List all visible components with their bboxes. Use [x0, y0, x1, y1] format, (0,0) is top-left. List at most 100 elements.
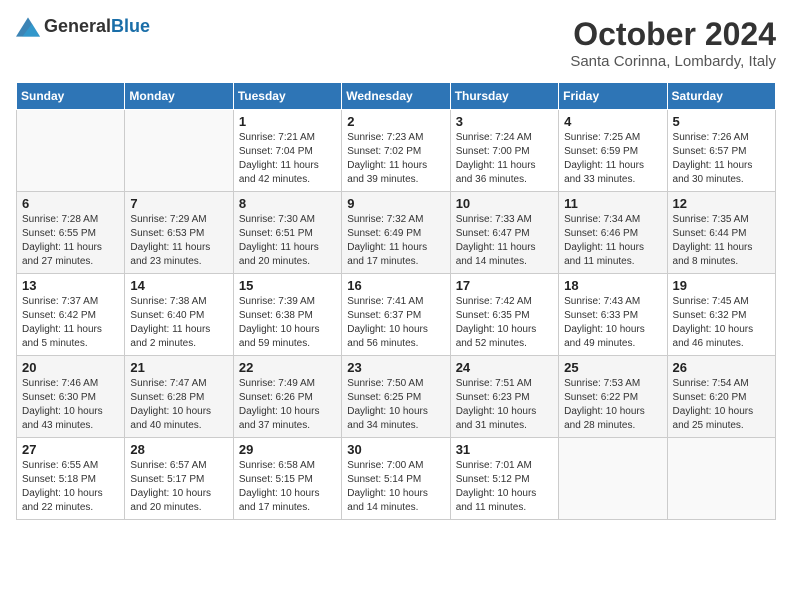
sunrise-text: Sunrise: 7:41 AM: [347, 296, 423, 307]
sunset-text: Sunset: 7:00 PM: [456, 146, 530, 157]
sunset-text: Sunset: 6:22 PM: [564, 392, 638, 403]
sunset-text: Sunset: 6:33 PM: [564, 310, 638, 321]
table-row: [667, 438, 775, 520]
table-row: 14Sunrise: 7:38 AMSunset: 6:40 PMDayligh…: [125, 274, 233, 356]
table-row: 21Sunrise: 7:47 AMSunset: 6:28 PMDayligh…: [125, 356, 233, 438]
calendar-table: Sunday Monday Tuesday Wednesday Thursday…: [16, 82, 776, 520]
daylight-text: Daylight: 11 hours and 5 minutes.: [22, 324, 102, 349]
day-info: Sunrise: 7:51 AMSunset: 6:23 PMDaylight:…: [456, 377, 553, 433]
day-number: 4: [564, 114, 661, 129]
sunrise-text: Sunrise: 7:47 AM: [130, 378, 206, 389]
day-info: Sunrise: 7:28 AM Sunset: 6:55 PM Daylight:…: [22, 213, 119, 269]
sunrise-text: Sunrise: 7:37 AM: [22, 296, 98, 307]
sunrise-text: Sunrise: 7:28 AM: [22, 214, 98, 225]
sunset-text: Sunset: 6:57 PM: [673, 146, 747, 157]
day-number: 31: [456, 442, 553, 457]
day-number: 15: [239, 278, 336, 293]
day-number: 18: [564, 278, 661, 293]
logo-blue: Blue: [111, 16, 150, 36]
table-row: 17Sunrise: 7:42 AMSunset: 6:35 PMDayligh…: [450, 274, 558, 356]
day-number: 26: [673, 360, 770, 375]
daylight-text: Daylight: 10 hours and 37 minutes.: [239, 406, 320, 431]
table-row: [17, 110, 125, 192]
day-number: 25: [564, 360, 661, 375]
day-number: 23: [347, 360, 444, 375]
sunrise-text: Sunrise: 7:35 AM: [673, 214, 749, 225]
col-tuesday: Tuesday: [233, 83, 341, 110]
day-info: Sunrise: 7:54 AMSunset: 6:20 PMDaylight:…: [673, 377, 770, 433]
day-info: Sunrise: 7:30 AMSunset: 6:51 PMDaylight:…: [239, 213, 336, 269]
table-row: 11Sunrise: 7:34 AMSunset: 6:46 PMDayligh…: [559, 192, 667, 274]
sunrise-text: Sunrise: 7:32 AM: [347, 214, 423, 225]
day-info: Sunrise: 7:42 AMSunset: 6:35 PMDaylight:…: [456, 295, 553, 351]
sunrise-text: Sunrise: 7:00 AM: [347, 460, 423, 471]
sunrise-text: Sunrise: 7:43 AM: [564, 296, 640, 307]
sunset-text: Sunset: 6:32 PM: [673, 310, 747, 321]
day-number: 2: [347, 114, 444, 129]
sunrise-text: Sunrise: 7:53 AM: [564, 378, 640, 389]
sunrise-text: Sunrise: 7:33 AM: [456, 214, 532, 225]
col-monday: Monday: [125, 83, 233, 110]
sunset-text: Sunset: 6:47 PM: [456, 228, 530, 239]
day-info: Sunrise: 7:24 AMSunset: 7:00 PMDaylight:…: [456, 131, 553, 187]
day-number: 3: [456, 114, 553, 129]
day-info: Sunrise: 7:23 AMSunset: 7:02 PMDaylight:…: [347, 131, 444, 187]
daylight-text: Daylight: 11 hours and 42 minutes.: [239, 160, 319, 185]
day-info: Sunrise: 7:45 AMSunset: 6:32 PMDaylight:…: [673, 295, 770, 351]
sunrise-text: Sunrise: 7:21 AM: [239, 132, 315, 143]
daylight-text: Daylight: 11 hours and 33 minutes.: [564, 160, 644, 185]
table-row: 22Sunrise: 7:49 AMSunset: 6:26 PMDayligh…: [233, 356, 341, 438]
day-number: 20: [22, 360, 119, 375]
daylight-text: Daylight: 11 hours and 36 minutes.: [456, 160, 536, 185]
sunset-text: Sunset: 6:26 PM: [239, 392, 313, 403]
daylight-text: Daylight: 11 hours and 8 minutes.: [673, 242, 753, 267]
calendar-week-row: 27Sunrise: 6:55 AMSunset: 5:18 PMDayligh…: [17, 438, 776, 520]
table-row: 31Sunrise: 7:01 AMSunset: 5:12 PMDayligh…: [450, 438, 558, 520]
sunrise-text: Sunrise: 7:01 AM: [456, 460, 532, 471]
sunset-text: Sunset: 7:04 PM: [239, 146, 313, 157]
sunset-text: Sunset: 6:46 PM: [564, 228, 638, 239]
logo-general: General: [44, 16, 111, 36]
table-row: [125, 110, 233, 192]
sunset-text: Sunset: 5:18 PM: [22, 474, 96, 485]
daylight-text: Daylight: 11 hours and 2 minutes.: [130, 324, 210, 349]
daylight-text: Daylight: 11 hours and 27 minutes.: [22, 242, 102, 267]
day-info: Sunrise: 7:35 AMSunset: 6:44 PMDaylight:…: [673, 213, 770, 269]
day-info: Sunrise: 7:26 AMSunset: 6:57 PMDaylight:…: [673, 131, 770, 187]
sunrise-text: Sunrise: 7:45 AM: [673, 296, 749, 307]
table-row: 16 Sunrise: 7:41 AMSunset: 6:37 PMDayligh…: [342, 274, 450, 356]
daylight-text: Daylight: 10 hours and 59 minutes.: [239, 324, 320, 349]
day-info: Sunrise: 7:49 AMSunset: 6:26 PMDaylight:…: [239, 377, 336, 433]
calendar-week-row: 6 Sunrise: 7:28 AM Sunset: 6:55 PM Daylight…: [17, 192, 776, 274]
table-row: [559, 438, 667, 520]
table-row: 1 Sunrise: 7:21 AM Sunset: 7:04 PM Daylight…: [233, 110, 341, 192]
daylight-text: Daylight: 10 hours and 52 minutes.: [456, 324, 537, 349]
day-info: Sunrise: 6:58 AMSunset: 5:15 PMDaylight:…: [239, 459, 336, 515]
table-row: 30Sunrise: 7:00 AMSunset: 5:14 PMDayligh…: [342, 438, 450, 520]
month-title: October 2024: [570, 16, 776, 53]
sunset-text: Sunset: 6:25 PM: [347, 392, 421, 403]
day-number: 1: [239, 114, 336, 129]
day-info: Sunrise: 7:25 AMSunset: 6:59 PMDaylight:…: [564, 131, 661, 187]
table-row: 9Sunrise: 7:32 AMSunset: 6:49 PMDaylight…: [342, 192, 450, 274]
day-info: Sunrise: 7:53 AMSunset: 6:22 PMDaylight:…: [564, 377, 661, 433]
sunset-text: Sunset: 6:55 PM: [22, 228, 96, 239]
col-wednesday: Wednesday: [342, 83, 450, 110]
day-number: 14: [130, 278, 227, 293]
day-number: 29: [239, 442, 336, 457]
sunset-text: Sunset: 5:14 PM: [347, 474, 421, 485]
day-number: 16: [347, 278, 444, 293]
day-number: 21: [130, 360, 227, 375]
sunset-text: Sunset: 6:51 PM: [239, 228, 313, 239]
day-info: Sunrise: 7:50 AMSunset: 6:25 PMDaylight:…: [347, 377, 444, 433]
day-info: Sunrise: 7:21 AM Sunset: 7:04 PM Daylight:…: [239, 131, 336, 187]
day-number: 6: [22, 196, 119, 211]
daylight-text: Daylight: 11 hours and 14 minutes.: [456, 242, 536, 267]
sunset-text: Sunset: 6:28 PM: [130, 392, 204, 403]
day-info: Sunrise: 7:47 AMSunset: 6:28 PMDaylight:…: [130, 377, 227, 433]
day-info: Sunrise: 7:41 AMSunset: 6:37 PMDaylight:…: [347, 295, 444, 351]
day-number: 7: [130, 196, 227, 211]
sunset-text: Sunset: 6:40 PM: [130, 310, 204, 321]
day-info: Sunrise: 7:29 AMSunset: 6:53 PMDaylight:…: [130, 213, 227, 269]
table-row: 29 Sunrise: 6:58 AMSunset: 5:15 PMDayligh…: [233, 438, 341, 520]
